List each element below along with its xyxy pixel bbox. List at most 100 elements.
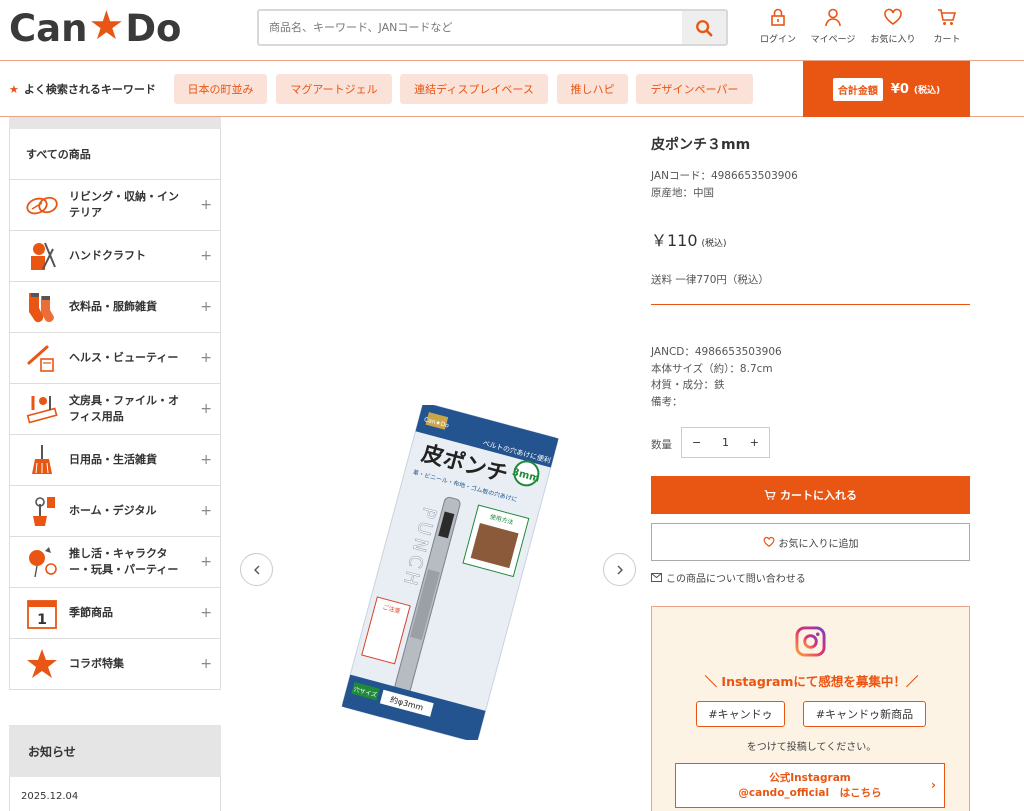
news-date[interactable]: 2025.12.04 — [9, 777, 221, 811]
jancd: JANCD：4986653503906 — [651, 346, 782, 358]
sidebar-item-party[interactable]: 推し活・キャラクター・玩具・パーティー + — [9, 537, 221, 588]
keyword-bar: ★ よく検索されるキーワード 日本の町並み マグアートジェル 連結ディスプレイベー… — [0, 60, 1024, 117]
instagram-official-link[interactable]: 公式Instagram @cando_official はこちら › — [675, 763, 945, 808]
sidebar-item-stationery[interactable]: 文房具・ファイル・オフィス用品 + — [9, 384, 221, 435]
prev-image-button[interactable] — [240, 553, 273, 586]
expand-icon[interactable]: + — [200, 554, 212, 570]
heart-icon — [763, 536, 774, 547]
calendar-icon: 1 — [24, 595, 60, 631]
inquiry-label: この商品について問い合わせる — [666, 574, 806, 585]
divider — [651, 304, 970, 305]
sidebar-item-label: ヘルス・ビューティー — [69, 351, 179, 364]
expand-icon[interactable]: + — [200, 605, 212, 621]
sidebar-item-label: ハンドクラフト — [69, 249, 146, 262]
socks-icon — [24, 289, 60, 325]
instagram-note: をつけて投稿してください。 — [746, 742, 877, 753]
hashtag-chip[interactable]: #キャンドゥ — [696, 701, 785, 727]
expand-icon[interactable]: + — [200, 656, 212, 672]
logo-text-can: Can — [9, 6, 88, 50]
chevron-right-icon — [617, 565, 623, 574]
sidebar-item-living[interactable]: リビング・収納・インテリア + — [9, 180, 221, 231]
search-bar — [257, 9, 728, 46]
sidebar-item-home-digital[interactable]: ホーム・デジタル + — [9, 486, 221, 537]
stationery-icon — [24, 391, 60, 427]
chevron-left-icon — [253, 565, 259, 574]
heart-icon — [884, 8, 902, 25]
material: 材質・成分：鉄 — [651, 379, 725, 391]
add-to-cart-button[interactable]: カートに入れる — [651, 476, 970, 514]
broom-icon — [24, 442, 60, 478]
keyword-chip[interactable]: 連結ディスプレイベース — [400, 74, 548, 104]
mail-icon — [651, 573, 662, 582]
cart-total-label: 合計金額 — [832, 77, 883, 101]
quantity-plus-button[interactable]: + — [750, 436, 759, 449]
sidebar-item-daily[interactable]: 日用品・生活雑貨 + — [9, 435, 221, 486]
sidebar-item-label: 推し活・キャラクター・玩具・パーティー — [69, 547, 179, 576]
expand-icon[interactable]: + — [200, 350, 212, 366]
sidebar-item-seasonal[interactable]: 1 季節商品 + — [9, 588, 221, 639]
jan-code: JANコード：4986653503906 — [651, 170, 798, 182]
expand-icon[interactable]: + — [200, 197, 212, 213]
category-sidebar: すべての商品 リビング・収納・インテリア + ハンドクラフト + 衣料品・服飾雑… — [9, 117, 221, 690]
home-digital-icon — [24, 493, 60, 529]
expand-icon[interactable]: + — [200, 503, 212, 519]
add-to-favorites-label: お気に入りに追加 — [778, 538, 859, 550]
keyword-title: ★ よく検索されるキーワード — [9, 81, 156, 97]
next-image-button[interactable] — [603, 553, 636, 586]
product-title: 皮ポンチ３mm — [651, 137, 751, 153]
sidebar-item-all[interactable]: すべての商品 — [9, 129, 221, 180]
product-image[interactable]: Can★Do ベルトの穴あけに便利 皮ポンチ 3mm 革・ビニール・布地・ゴム板… — [330, 405, 570, 740]
cart-label: カート — [933, 35, 961, 45]
cart-link[interactable]: カート — [917, 7, 977, 45]
hashtag-chip[interactable]: #キャンドゥ新商品 — [803, 701, 926, 727]
instagram-link-line2: @cando_official はこちら — [738, 787, 882, 799]
keyword-chip[interactable]: 推しハピ — [557, 74, 628, 104]
expand-icon[interactable]: + — [200, 248, 212, 264]
keyword-chip[interactable]: マグアートジェル — [276, 74, 392, 104]
quantity-minus-button[interactable]: − — [692, 436, 701, 449]
login-link[interactable]: ログイン — [748, 7, 808, 45]
cart-icon — [764, 490, 776, 500]
favorites-link[interactable]: お気に入り — [863, 7, 923, 45]
sidebar-item-label: 日用品・生活雑貨 — [69, 453, 157, 466]
body-size: 本体サイズ（約）：8.7cm — [651, 363, 773, 375]
inquiry-link[interactable]: この商品について問い合わせる — [651, 570, 806, 585]
sidebar-item-collab[interactable]: コラボ特集 + — [9, 639, 221, 690]
add-to-favorites-button[interactable]: お気に入りに追加 — [651, 523, 970, 561]
site-logo[interactable]: Can ★ Do — [9, 3, 181, 50]
news-title: お知らせ — [9, 725, 221, 777]
sidebar-item-label: 季節商品 — [69, 606, 113, 619]
keyword-chip[interactable]: デザインペーパー — [636, 74, 753, 104]
sidebar-top-strip — [9, 117, 221, 129]
add-to-cart-label: カートに入れる — [780, 489, 857, 502]
expand-icon[interactable]: + — [200, 299, 212, 315]
instagram-icon — [795, 626, 826, 657]
party-icon — [24, 544, 60, 580]
quantity-label: 数量 — [651, 439, 672, 451]
star-icon: ★ — [9, 82, 19, 96]
logo-star-icon: ★ — [88, 3, 125, 49]
mypage-link[interactable]: マイページ — [803, 7, 863, 45]
cart-total-tax: (税込) — [913, 85, 941, 96]
site-header: Can★Do ログイン マイページ お気に入り カート — [0, 0, 1024, 60]
sidebar-item-label: ホーム・デジタル — [69, 504, 157, 517]
quantity-value[interactable]: 1 — [722, 436, 729, 449]
expand-icon[interactable]: + — [200, 452, 212, 468]
sidebar-item-label: 衣料品・服飾雑貨 — [69, 300, 157, 313]
living-icon — [24, 187, 60, 223]
lock-icon — [771, 8, 785, 26]
shipping-info: 送料 一律770円（税込） — [651, 274, 769, 286]
sidebar-item-craft[interactable]: ハンドクラフト + — [9, 231, 221, 282]
search-input[interactable] — [259, 11, 682, 44]
star-icon — [24, 646, 60, 682]
price-value: ￥110 — [651, 231, 698, 250]
search-button[interactable] — [682, 11, 726, 44]
sidebar-item-beauty[interactable]: ヘルス・ビューティー + — [9, 333, 221, 384]
keyword-chip[interactable]: 日本の町並み — [174, 74, 267, 104]
expand-icon[interactable]: + — [200, 401, 212, 417]
instagram-panel: ＼ Instagramにて感想を募集中！／ #キャンドゥ #キャンドゥ新商品 を… — [651, 606, 970, 811]
cart-total[interactable]: 合計金額 ¥0 (税込) — [803, 61, 970, 117]
mypage-label: マイページ — [810, 35, 856, 45]
price-tax: (税込) — [701, 239, 727, 249]
sidebar-item-clothing[interactable]: 衣料品・服飾雑貨 + — [9, 282, 221, 333]
